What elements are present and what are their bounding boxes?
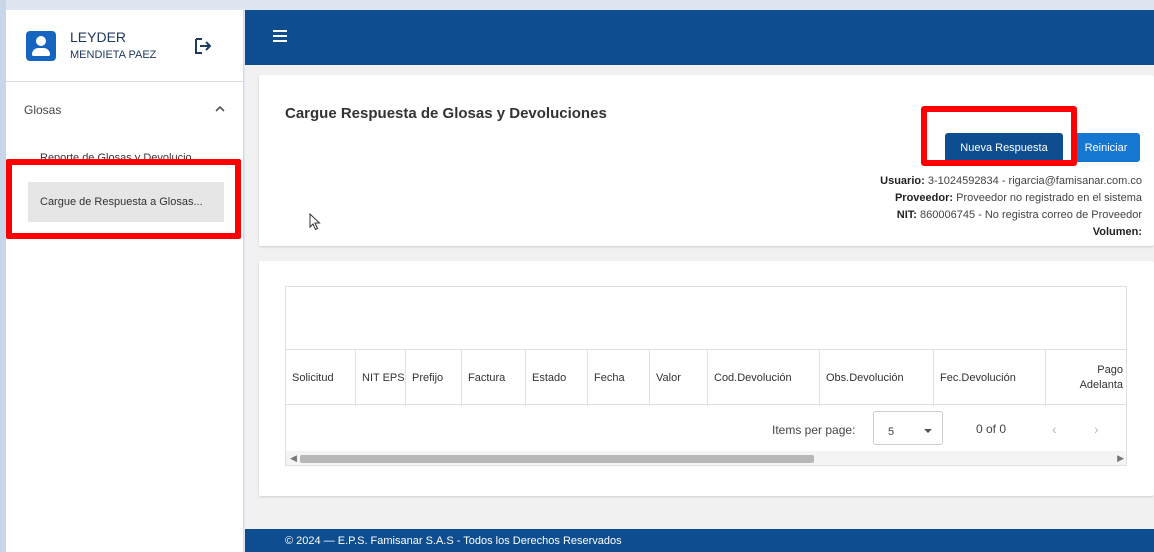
page-size-select[interactable]: 5: [873, 411, 943, 445]
menu-icon[interactable]: [273, 30, 287, 42]
column-header[interactable]: Fecha: [588, 350, 650, 406]
usuario-line: Usuario: 3-1024592834 - rigarcia@famisan…: [880, 175, 1142, 187]
scroll-right-icon[interactable]: ▶: [1117, 453, 1124, 464]
column-header[interactable]: Cod.Devolución: [708, 350, 820, 406]
scroll-left-icon[interactable]: ◀: [290, 453, 297, 464]
menu-section-label: Glosas: [24, 103, 62, 117]
top-bar: [245, 10, 1154, 65]
column-header[interactable]: NIT EPS: [356, 350, 406, 406]
column-header[interactable]: Solicitud: [286, 350, 356, 406]
user-info-panel: Usuario: 3-1024592834 - rigarcia@famisan…: [880, 173, 1142, 241]
sidebar: LEYDER MENDIETA PAEZ Glosas Reporte de G…: [6, 10, 244, 552]
sidebar-item-label: Reporte de Glosas y Devolucio...: [40, 152, 201, 164]
user-first-name: LEYDER: [70, 29, 127, 45]
column-header[interactable]: Valor: [650, 350, 708, 406]
table-card: Solicitud NIT EPS Prefijo Factura Estado…: [259, 261, 1154, 496]
user-last-name: MENDIETA PAEZ: [70, 49, 157, 61]
user-box: LEYDER MENDIETA PAEZ: [6, 10, 243, 82]
next-page-icon[interactable]: ›: [1094, 421, 1099, 437]
header-card: Cargue Respuesta de Glosas y Devolucione…: [259, 75, 1154, 246]
nit-line: NIT: 860006745 - No registra correo de P…: [896, 209, 1142, 221]
column-header[interactable]: Prefijo: [406, 350, 462, 406]
page-range: 0 of 0: [976, 422, 1007, 436]
horizontal-scrollbar[interactable]: ◀ ▶: [286, 451, 1126, 465]
volumen-line: Volumen:: [1092, 226, 1142, 238]
proveedor-line: Proveedor: Proveedor no registrado en el…: [894, 192, 1142, 204]
user-info: LEYDER MENDIETA PAEZ: [70, 29, 156, 62]
reset-button[interactable]: Reiniciar: [1072, 133, 1140, 162]
logout-icon[interactable]: [193, 36, 213, 56]
column-header[interactable]: Pago Adelanta: [1046, 350, 1126, 406]
footer: © 2024 — E.P.S. Famisanar S.A.S - Todos …: [245, 529, 1154, 552]
mouse-cursor-icon: [309, 213, 321, 231]
user-avatar-icon: [26, 30, 56, 61]
footer-text: © 2024 — E.P.S. Famisanar S.A.S - Todos …: [285, 534, 622, 547]
sidebar-item-reporte[interactable]: Reporte de Glosas y Devolucio...: [28, 138, 224, 178]
previous-page-icon[interactable]: ‹: [1052, 421, 1057, 437]
page-size-value: 5: [888, 426, 895, 438]
items-per-page-label: Items per page:: [772, 423, 856, 437]
main-content: Cargue Respuesta de Glosas y Devolucione…: [245, 65, 1154, 529]
dropdown-arrow-icon: [924, 429, 932, 433]
column-header[interactable]: Fec.Devolución: [934, 350, 1046, 406]
sidebar-item-label: Cargue de Respuesta a Glosas...: [40, 196, 203, 208]
column-header[interactable]: Factura: [462, 350, 526, 406]
paginator: Items per page: 5 0 of 0 ‹ ›: [286, 407, 1126, 447]
new-response-button[interactable]: Nueva Respuesta: [945, 133, 1063, 162]
column-header[interactable]: Obs.Devolución: [820, 350, 934, 406]
scrollbar-thumb[interactable]: [300, 455, 814, 463]
column-header[interactable]: Estado: [526, 350, 588, 406]
sidebar-item-cargue[interactable]: Cargue de Respuesta a Glosas...: [28, 182, 224, 222]
page-title: Cargue Respuesta de Glosas y Devolucione…: [285, 105, 607, 122]
chevron-up-icon: [215, 105, 225, 112]
table-header: Solicitud NIT EPS Prefijo Factura Estado…: [286, 349, 1126, 406]
data-table: Solicitud NIT EPS Prefijo Factura Estado…: [285, 286, 1127, 466]
menu-section-glosas[interactable]: Glosas: [6, 96, 243, 124]
